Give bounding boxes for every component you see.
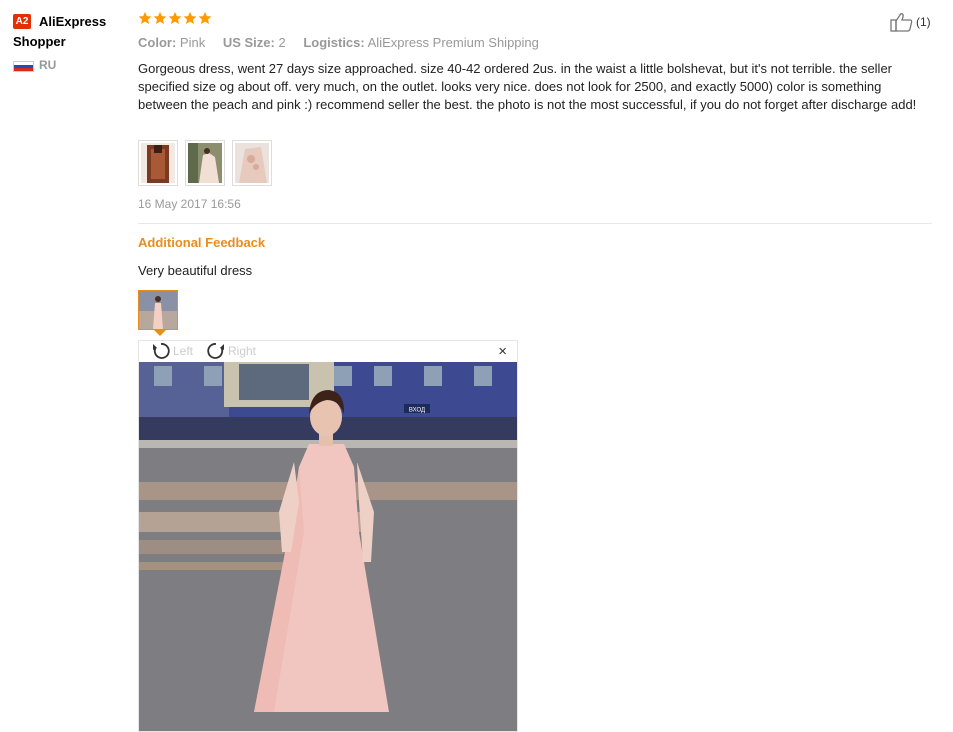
rotate-left-label: Left — [173, 344, 194, 358]
rotate-right-icon — [207, 343, 224, 359]
rotate-left-icon — [153, 343, 170, 359]
reviewer-name: AliExpress Shopper — [13, 14, 107, 49]
size-value: 2 — [278, 35, 286, 50]
rotate-left-button[interactable]: Left — [151, 342, 193, 360]
close-viewer-button[interactable]: × — [498, 343, 507, 360]
rotate-right-button[interactable]: Right — [206, 342, 256, 360]
like-count: (1) — [916, 15, 931, 29]
review-photo-thumb[interactable] — [138, 140, 178, 186]
country-flag-icon — [13, 61, 34, 72]
photo-viewer: Left Right × ВХОД — [138, 340, 518, 732]
order-meta: Color: Pink US Size: 2 Logistics: AliExp… — [138, 35, 539, 50]
additional-feedback-title: Additional Feedback — [138, 235, 266, 250]
viewer-toolbar: Left Right × — [139, 341, 517, 362]
thumbs-up-icon — [890, 13, 913, 32]
review-text: Gorgeous dress, went 27 days size approa… — [138, 61, 917, 112]
logistics-value: AliExpress Premium Shipping — [367, 35, 539, 50]
color-value: Pink — [179, 35, 206, 50]
star-icon — [153, 11, 167, 25]
star-icon — [183, 11, 197, 25]
star-icon — [168, 11, 182, 25]
review-photo-thumb[interactable] — [232, 140, 272, 186]
like-button[interactable]: (1) — [890, 12, 931, 32]
thumb-pointer — [154, 330, 166, 336]
rotate-right-label: Right — [228, 344, 257, 358]
star-icon — [198, 11, 212, 25]
logistics-label: Logistics: — [303, 35, 365, 50]
additional-photo-thumb[interactable] — [138, 290, 178, 330]
divider — [138, 223, 932, 224]
additional-feedback-text: Very beautiful dress — [138, 263, 253, 278]
review-photo-thumb[interactable] — [185, 140, 225, 186]
color-label: Color: — [138, 35, 177, 50]
review-date: 16 May 2017 16:56 — [138, 197, 241, 211]
size-label: US Size: — [222, 35, 275, 50]
reviewer-country: RU — [39, 58, 57, 72]
rating-stars — [138, 11, 212, 25]
review-large-photo: ВХОД — [139, 362, 517, 731]
entrance-sign: ВХОД — [409, 408, 425, 414]
star-icon — [138, 11, 152, 25]
